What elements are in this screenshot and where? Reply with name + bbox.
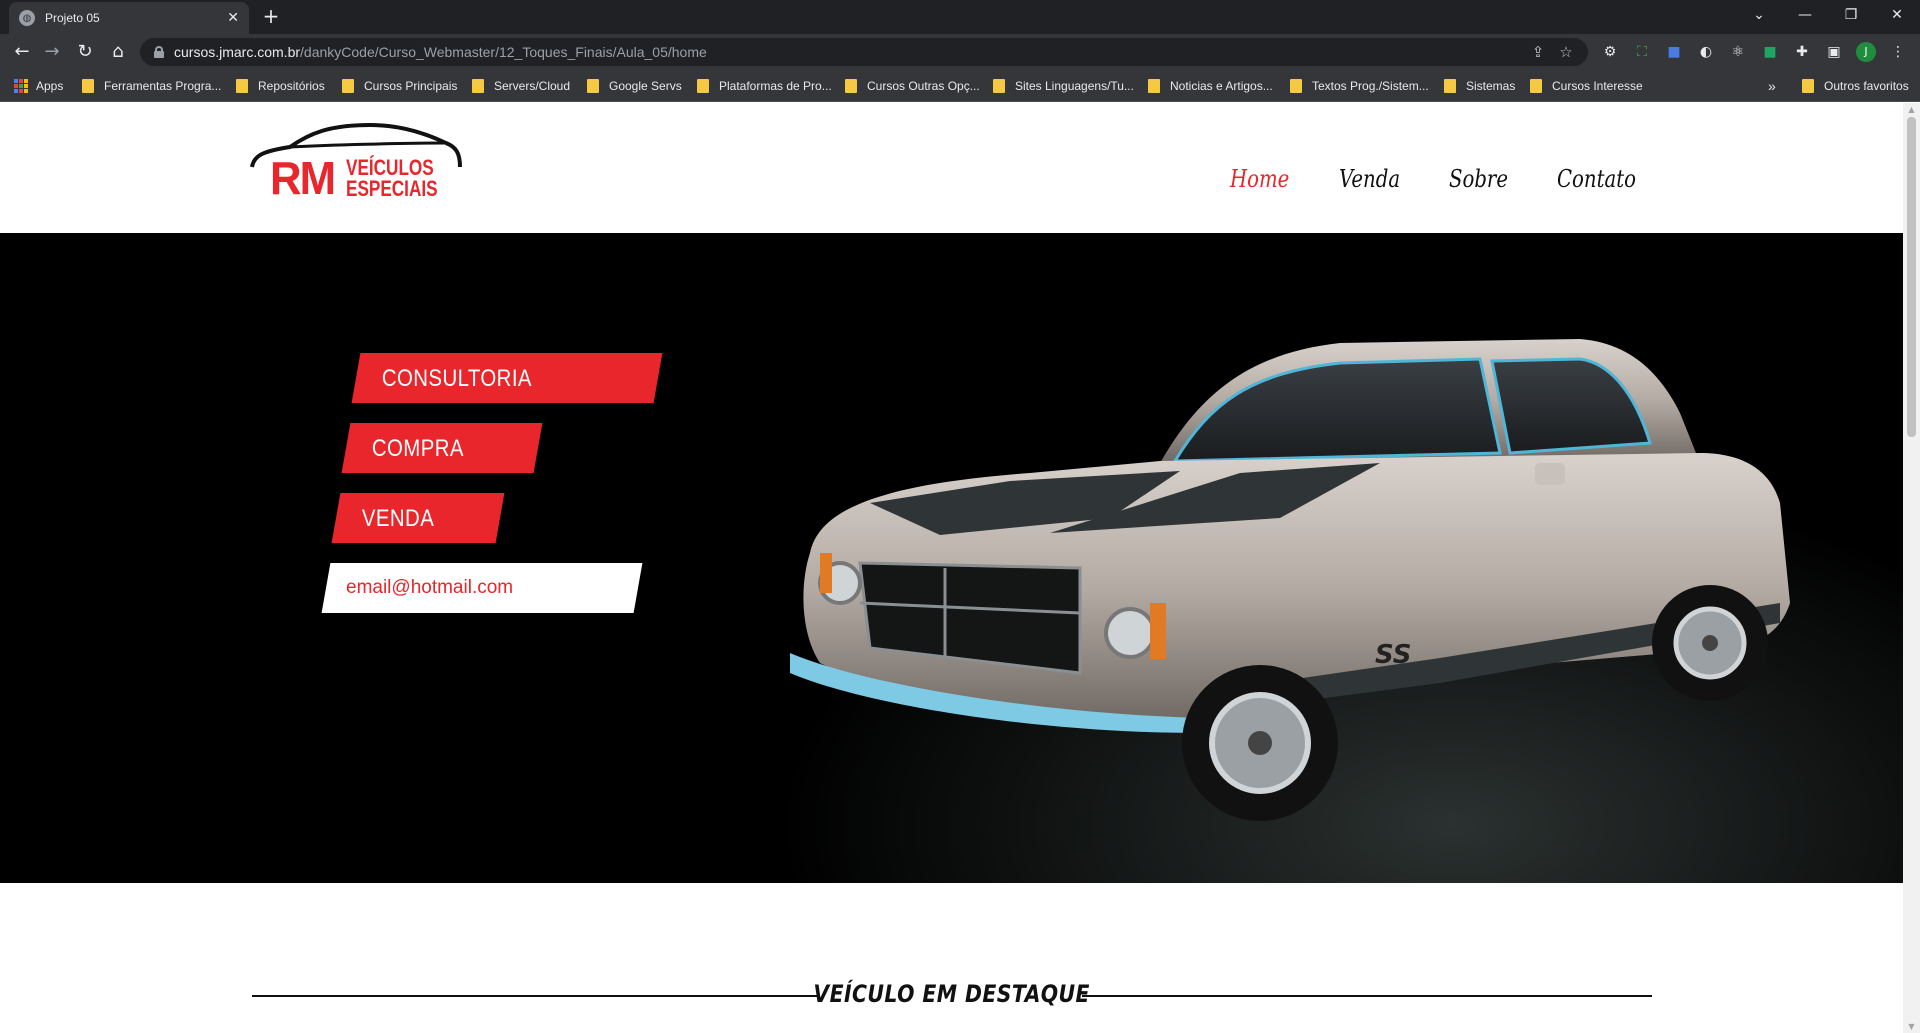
compra-label: COMPRA <box>371 435 464 462</box>
folder-icon <box>1444 79 1456 93</box>
bookmarks-bar: Apps Ferramentas Progra... Repositórios … <box>0 70 1920 102</box>
share-icon[interactable]: ⇪ <box>1528 42 1548 62</box>
apps-grid-icon <box>14 79 28 93</box>
logo-line-2: ESPECIAIS <box>346 176 438 201</box>
bookmark-folder[interactable]: Cursos Outras Opç... <box>845 78 980 94</box>
featured-title: VEÍCULO EM DESTAQUE <box>813 980 1091 1008</box>
email-field-wrapper <box>321 563 643 613</box>
folder-icon <box>342 79 354 93</box>
close-window-button[interactable]: ✕ <box>1874 0 1920 30</box>
folder-icon <box>1530 79 1542 93</box>
home-icon[interactable]: ⌂ <box>106 40 130 64</box>
star-icon[interactable]: ☆ <box>1556 42 1576 62</box>
hero-banner: CONSULTORIA COMPRA VENDA email@hotmail.c… <box>0 233 1903 883</box>
classic-car-image: SS <box>780 303 1903 883</box>
react-extension-icon[interactable]: ⚛ <box>1728 42 1748 62</box>
bookmark-folder[interactable]: Servers/Cloud <box>472 78 570 94</box>
venda-button[interactable]: VENDA <box>331 493 505 543</box>
logo-rm-text: RM <box>270 152 336 204</box>
logo-line-1: VEÍCULOS <box>346 155 434 180</box>
venda-label: VENDA <box>361 505 435 532</box>
scroll-down-arrow-icon[interactable]: ▼ <box>1907 1022 1916 1031</box>
nav-contato[interactable]: Contato <box>1557 165 1636 193</box>
compra-button[interactable]: COMPRA <box>341 423 543 473</box>
page-viewport: RM VEÍCULOS ESPECIAIS Home Venda Sobre C… <box>0 103 1920 1033</box>
other-bookmarks[interactable]: Outros favoritos <box>1802 78 1909 94</box>
folder-icon <box>1802 79 1814 93</box>
bookmark-folder[interactable]: Google Servs <box>587 78 682 94</box>
folder-icon <box>697 79 709 93</box>
bookmark-folder[interactable]: Noticias e Artigos... <box>1148 78 1273 94</box>
folder-icon <box>587 79 599 93</box>
globe-icon: ◍ <box>19 10 35 26</box>
consultoria-label: CONSULTORIA <box>381 365 532 392</box>
folder-icon <box>993 79 1005 93</box>
screenshot-extension-icon[interactable]: ⛶ <box>1632 42 1652 62</box>
restore-button[interactable]: ❐ <box>1828 0 1874 30</box>
folder-icon <box>472 79 484 93</box>
bookmark-folder[interactable]: Sistemas <box>1444 78 1515 94</box>
bookmark-folder[interactable]: Textos Prog./Sistem... <box>1290 78 1429 94</box>
tab-title: Projeto 05 <box>45 11 100 25</box>
bookmark-apps[interactable]: Apps <box>14 78 63 94</box>
bookmark-folder[interactable]: Plataformas de Pro... <box>697 78 832 94</box>
site-header: RM VEÍCULOS ESPECIAIS Home Venda Sobre C… <box>0 103 1903 233</box>
profile-avatar[interactable]: J <box>1856 42 1876 62</box>
site-logo[interactable]: RM VEÍCULOS ESPECIAIS <box>250 121 462 211</box>
tab-search-icon[interactable]: ⌄ <box>1736 0 1782 30</box>
new-tab-button[interactable]: + <box>260 5 282 27</box>
kebab-menu-icon[interactable]: ⋮ <box>1888 42 1908 62</box>
bookmark-folder[interactable]: Repositórios <box>236 78 325 94</box>
divider-right <box>1082 995 1652 997</box>
email-field[interactable] <box>346 571 616 605</box>
side-panel-icon[interactable]: ▣ <box>1824 42 1844 62</box>
folder-icon <box>1290 79 1302 93</box>
browser-toolbar: ← → ↻ ⌂ cursos.jmarc.com.br/dankyCode/Cu… <box>0 34 1920 70</box>
bookmark-folder[interactable]: Cursos Interesse <box>1530 78 1643 94</box>
close-tab-icon[interactable]: ✕ <box>227 10 239 26</box>
url-text[interactable]: cursos.jmarc.com.br/dankyCode/Curso_Webm… <box>174 44 707 60</box>
reload-icon[interactable]: ↻ <box>73 40 97 64</box>
folder-icon <box>845 79 857 93</box>
nav-home[interactable]: Home <box>1230 165 1289 193</box>
page-scrollbar[interactable]: ▲ ▼ <box>1903 103 1920 1033</box>
featured-section-heading: VEÍCULO EM DESTAQUE <box>252 978 1652 1018</box>
address-bar[interactable]: cursos.jmarc.com.br/dankyCode/Curso_Webm… <box>140 38 1588 66</box>
theme-extension-icon[interactable]: ◐ <box>1696 42 1716 62</box>
browser-tab[interactable]: ◍ Projeto 05 ✕ <box>9 2 249 34</box>
folder-icon <box>82 79 94 93</box>
scroll-thumb[interactable] <box>1907 117 1916 437</box>
tab-strip: ◍ Projeto 05 ✕ + ⌄ — ❐ ✕ <box>0 0 1920 34</box>
extension-blue-icon[interactable]: ■ <box>1664 42 1684 62</box>
minimize-button[interactable]: — <box>1782 0 1828 30</box>
lock-icon <box>154 46 164 58</box>
consultoria-button[interactable]: CONSULTORIA <box>351 353 663 403</box>
bookmark-folder[interactable]: Ferramentas Progra... <box>82 78 221 94</box>
back-arrow-icon[interactable]: ← <box>10 40 34 64</box>
logo-words: VEÍCULOS ESPECIAIS <box>346 155 438 201</box>
scroll-up-arrow-icon[interactable]: ▲ <box>1907 105 1916 114</box>
folder-icon <box>1148 79 1160 93</box>
puzzle-extensions-icon[interactable]: ✚ <box>1792 42 1812 62</box>
folder-icon <box>236 79 248 93</box>
car-ss-badge: SS <box>1375 640 1412 670</box>
bookmark-folder[interactable]: Cursos Principais <box>342 78 457 94</box>
sheets-extension-icon[interactable]: ■ <box>1760 42 1780 62</box>
gear-extension-icon[interactable]: ⚙ <box>1600 42 1620 62</box>
nav-sobre[interactable]: Sobre <box>1449 165 1508 193</box>
nav-venda[interactable]: Venda <box>1339 165 1400 193</box>
bookmark-folder[interactable]: Sites Linguagens/Tu... <box>993 78 1134 94</box>
forward-arrow-icon[interactable]: → <box>40 40 64 64</box>
bookmarks-overflow-chevron[interactable]: » <box>1768 78 1776 94</box>
